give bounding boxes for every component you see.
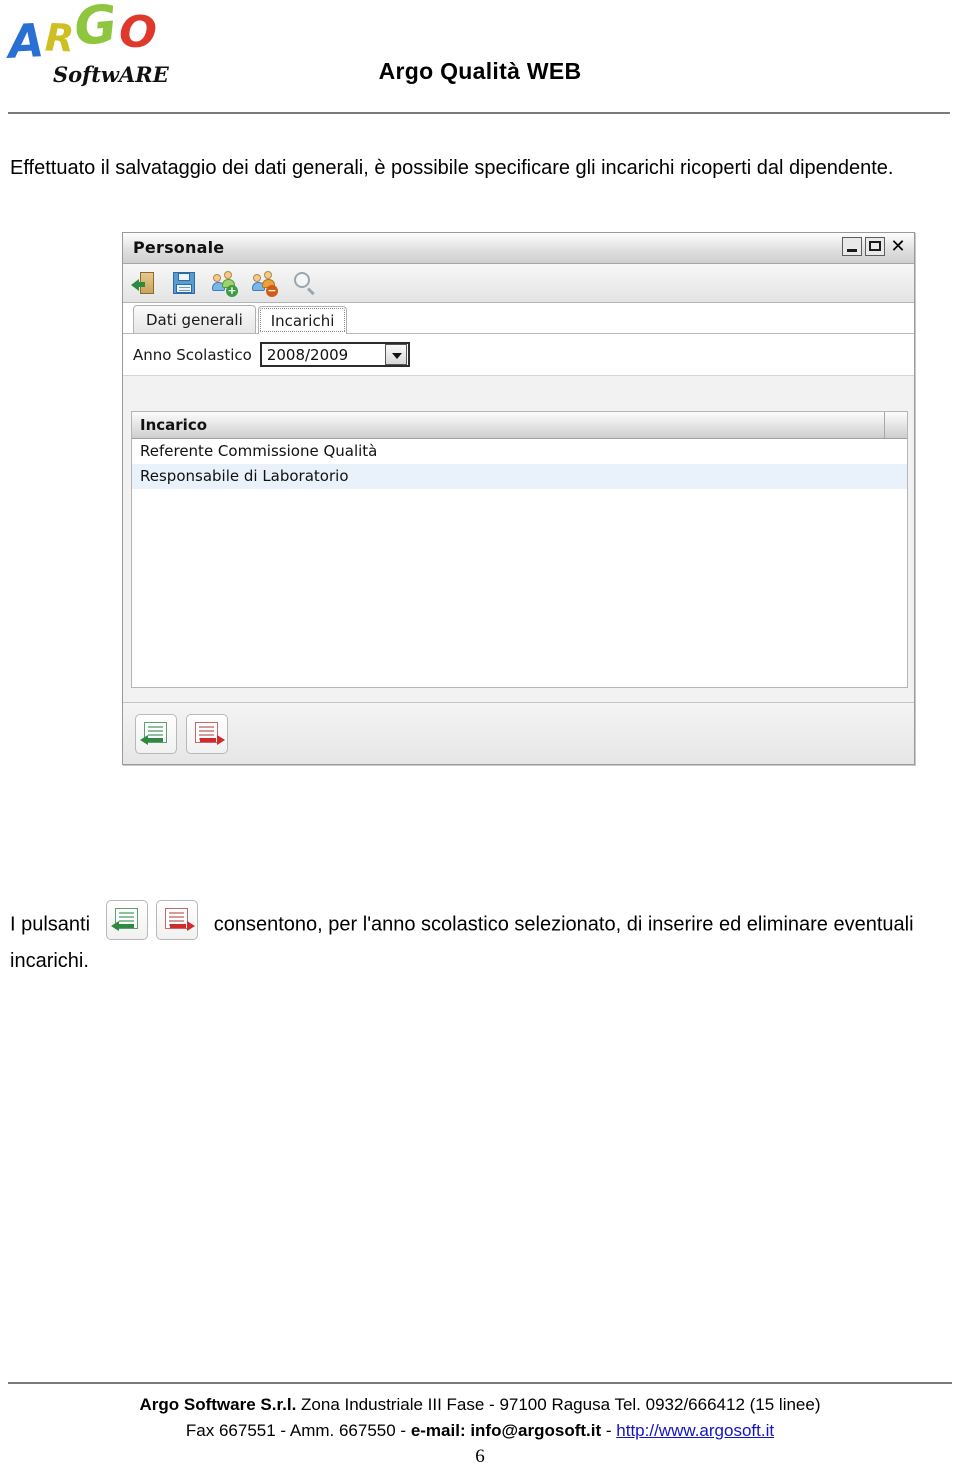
table-header-corner [884,412,907,438]
logo-letter-g: G [71,0,121,58]
logo-letter-o: O [117,5,159,60]
tab-incarichi[interactable]: Incarichi [257,306,348,334]
search-icon[interactable] [291,270,317,296]
inline-button-pair [105,900,199,940]
column-header-incarico[interactable]: Incarico [132,412,884,438]
chevron-down-icon[interactable] [384,344,407,365]
personale-window: Personale ✕ + − Dati generali Incarichi … [122,232,915,765]
intro-paragraph: Effettuato il salvataggio dei dati gener… [10,157,894,179]
window-tabs: Dati generali Incarichi [123,303,914,334]
footer-fax: Fax 667551 - Amm. 667550 - [185,1421,411,1440]
page-footer: Argo Software S.r.l. Zona Industriale II… [0,1392,960,1444]
anno-scolastico-label: Anno Scolastico [133,345,252,364]
delete-incarico-button[interactable] [186,713,228,754]
plus-badge-icon: + [226,284,238,297]
footer-separator: - [601,1421,617,1440]
close-icon: ✕ [890,236,906,257]
logo-letter-r: R [43,15,76,61]
window-footer-toolbar [123,702,914,764]
header-divider [8,112,950,114]
tab-dati-generali[interactable]: Dati generali [133,305,256,333]
argo-logo: ARGO SoftwARE [7,0,169,102]
minimize-button[interactable] [842,237,862,256]
exit-icon[interactable] [131,270,157,296]
anno-scolastico-value: 2008/2009 [266,345,349,364]
window-title: Personale [133,238,225,257]
inline-delete-button[interactable] [156,900,199,940]
doc-red-right-arrow-icon [165,908,196,932]
save-icon[interactable] [171,270,197,296]
insert-incarico-button[interactable] [135,713,177,754]
buttons-paragraph-pre: I pulsanti [10,913,91,936]
incarichi-table: Incarico Referente Commissione Qualità R… [131,411,908,688]
footer-line-1: Argo Software S.r.l. Zona Industriale II… [0,1392,960,1418]
table-header-row: Incarico [132,412,907,439]
minimize-icon [847,249,857,252]
minus-badge-icon: − [266,284,278,297]
footer-website-link[interactable]: http://www.argosoft.it [616,1421,774,1440]
footer-line-2: Fax 667551 - Amm. 667550 - e-mail: info@… [0,1418,960,1444]
table-row[interactable]: Referente Commissione Qualità [132,439,907,464]
page-number: 6 [475,1446,485,1467]
footer-divider [8,1382,952,1384]
doc-red-right-arrow-icon [195,721,225,746]
anno-scolastico-select[interactable]: 2008/2009 [259,342,410,367]
filter-row: Anno Scolastico 2008/2009 [123,334,914,376]
doc-green-left-arrow-icon [110,908,140,932]
window-toolbar: + − [123,264,914,303]
logo-letters: ARGO [7,0,159,69]
buttons-paragraph: I pulsanti consentono, per l'anno scolas… [10,900,940,978]
footer-address: Zona Industriale III Fase - 97100 Ragusa… [296,1395,821,1414]
page-title: Argo Qualità WEB [378,58,582,84]
maximize-button[interactable] [865,237,885,256]
doc-green-left-arrow-icon [140,721,169,746]
table-row[interactable]: Responsabile di Laboratorio [132,464,907,489]
footer-email: e-mail: info@argosoft.it [410,1421,602,1440]
add-person-icon[interactable]: + [211,270,238,297]
inline-insert-button[interactable] [105,900,148,940]
window-controls: ✕ [842,237,908,256]
maximize-icon [869,241,881,251]
delete-person-icon[interactable]: − [251,270,278,297]
footer-company: Argo Software S.r.l. [139,1395,297,1414]
close-button[interactable]: ✕ [888,237,908,256]
window-titlebar: Personale ✕ [123,233,914,264]
page-header: ARGO SoftwARE Argo Qualità WEB [0,0,960,114]
